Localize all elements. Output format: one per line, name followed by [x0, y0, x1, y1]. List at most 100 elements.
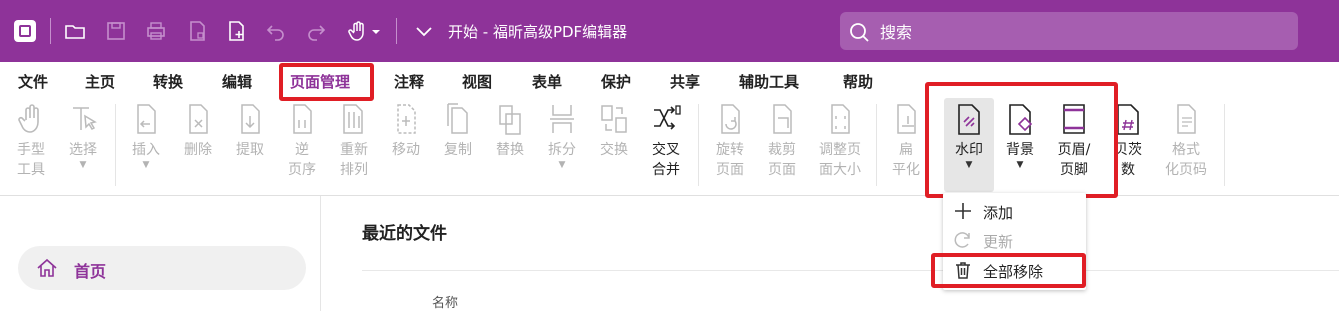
crop-page-button[interactable]: 裁剪 页面 — [760, 102, 804, 190]
chevron-down-icon: ▼ — [79, 160, 87, 170]
tab-edit[interactable]: 编辑 — [222, 71, 252, 92]
flatten-label: 扁 平化 — [892, 142, 920, 178]
new-document-icon[interactable] — [223, 18, 249, 44]
menu-item-update[interactable]: 更新 — [943, 227, 1086, 253]
extract-page-icon — [241, 104, 260, 134]
search-icon — [850, 23, 869, 42]
resize-page-icon — [831, 104, 850, 134]
reverse-order-button[interactable]: 逆 页序 — [280, 102, 324, 190]
open-folder-icon[interactable] — [62, 18, 88, 44]
tab-protect[interactable]: 保护 — [601, 71, 631, 92]
tab-convert[interactable]: 转换 — [153, 71, 183, 92]
rotate-page-button[interactable]: 旋转 页面 — [704, 102, 756, 190]
sidebar-item-home[interactable]: 首页 — [18, 246, 306, 290]
tab-file[interactable]: 文件 — [18, 71, 48, 92]
reorder-button[interactable]: 重新 排列 — [332, 102, 376, 190]
reverse-order-label: 逆 页序 — [288, 142, 316, 178]
divider — [115, 104, 116, 186]
divider — [396, 18, 397, 44]
highlight-box-remove-all — [931, 253, 1086, 288]
menu-item-add[interactable]: 添加 — [943, 198, 1086, 224]
interleave-merge-button[interactable]: 交叉 合并 — [644, 102, 688, 190]
customize-toolbar-chevron-icon[interactable] — [411, 18, 437, 44]
hand-tool-button[interactable]: 手型 工具 — [9, 102, 53, 190]
save-icon[interactable] — [103, 18, 129, 44]
hand-tool-icon[interactable] — [344, 18, 370, 44]
delete-page-icon — [189, 104, 208, 134]
select-label: 选择 — [69, 142, 97, 158]
swap-button[interactable]: 交换 — [592, 102, 636, 190]
swap-label: 交换 — [600, 142, 628, 158]
highlight-box-watermark-group — [925, 82, 1118, 198]
undo-icon[interactable] — [263, 18, 289, 44]
plus-icon — [955, 203, 971, 219]
copy-page-icon — [447, 103, 468, 134]
format-page-numbers-button[interactable]: 格式 化页码 — [1158, 102, 1214, 190]
divider — [362, 270, 1339, 271]
divider — [50, 18, 51, 44]
crop-page-label: 裁剪 页面 — [768, 142, 796, 178]
tab-home[interactable]: 主页 — [85, 71, 115, 92]
redo-icon[interactable] — [303, 18, 329, 44]
flatten-icon — [897, 104, 916, 134]
print-icon[interactable] — [143, 18, 169, 44]
resize-page-label: 调整页 面大小 — [819, 142, 861, 178]
copy-button[interactable]: 复制 — [436, 102, 480, 190]
move-button[interactable]: 移动 — [384, 102, 428, 190]
interleave-icon — [654, 105, 681, 130]
highlight-box-page-management — [279, 63, 374, 101]
insert-label: 插入 — [132, 142, 160, 158]
app-logo-icon — [14, 20, 36, 42]
split-label: 拆分 — [548, 142, 576, 158]
interleave-merge-label: 交叉 合并 — [652, 142, 680, 178]
resize-page-button[interactable]: 调整页 面大小 — [812, 102, 868, 190]
home-icon — [37, 258, 57, 277]
hand-tool-label: 手型 工具 — [17, 142, 45, 178]
tab-share[interactable]: 共享 — [670, 71, 700, 92]
move-page-icon — [397, 104, 416, 134]
divider — [698, 104, 699, 186]
tab-view[interactable]: 视图 — [462, 71, 492, 92]
rotate-page-label: 旋转 页面 — [716, 142, 744, 178]
search-input[interactable] — [878, 12, 1282, 52]
split-button[interactable]: 拆分 ▼ — [540, 102, 584, 190]
extract-label: 提取 — [236, 142, 264, 158]
select-text-icon — [73, 107, 97, 130]
reorder-icon — [343, 104, 363, 134]
chevron-down-icon: ▼ — [558, 160, 566, 170]
tab-form[interactable]: 表单 — [532, 71, 562, 92]
crop-page-icon — [773, 104, 792, 134]
menu-bar: 文件 主页 转换 编辑 页面管理 注释 视图 表单 保护 共享 辅助工具 帮助 — [0, 62, 1339, 100]
menu-item-label: 添加 — [983, 204, 1014, 222]
swap-icon — [601, 105, 627, 133]
split-icon — [550, 105, 574, 133]
chevron-down-icon: ▼ — [142, 160, 150, 170]
format-page-numbers-label: 格式 化页码 — [1165, 142, 1207, 178]
reverse-order-icon — [293, 104, 312, 134]
replace-label: 替换 — [496, 142, 524, 158]
replace-page-icon — [499, 105, 521, 135]
search-box[interactable] — [840, 12, 1298, 52]
format-page-numbers-icon — [1177, 104, 1196, 134]
tab-comment[interactable]: 注释 — [394, 71, 424, 92]
replace-button[interactable]: 替换 — [488, 102, 532, 190]
document-properties-icon[interactable] — [184, 18, 210, 44]
tab-accessibility-tools[interactable]: 辅助工具 — [739, 71, 799, 92]
sidebar-item-label: 首页 — [74, 262, 107, 281]
hand-tool-dropdown-icon[interactable] — [369, 18, 383, 44]
select-button[interactable]: 选择 ▼ — [61, 102, 105, 190]
recent-files-heading: 最近的文件 — [362, 224, 447, 244]
insert-button[interactable]: 插入 ▼ — [124, 102, 168, 190]
menu-item-label: 更新 — [983, 233, 1014, 251]
tab-help[interactable]: 帮助 — [843, 71, 873, 92]
move-label: 移动 — [392, 142, 420, 158]
title-bar: 开始 - 福昕高级PDF编辑器 — [0, 0, 1339, 62]
extract-button[interactable]: 提取 — [228, 102, 272, 190]
copy-label: 复制 — [444, 142, 472, 158]
insert-page-icon — [137, 104, 156, 134]
column-header-name[interactable]: 名称 — [432, 292, 458, 311]
refresh-icon — [954, 232, 970, 248]
delete-button[interactable]: 删除 — [176, 102, 220, 190]
flatten-button[interactable]: 扁 平化 — [884, 102, 928, 190]
rotate-page-icon — [721, 104, 740, 134]
